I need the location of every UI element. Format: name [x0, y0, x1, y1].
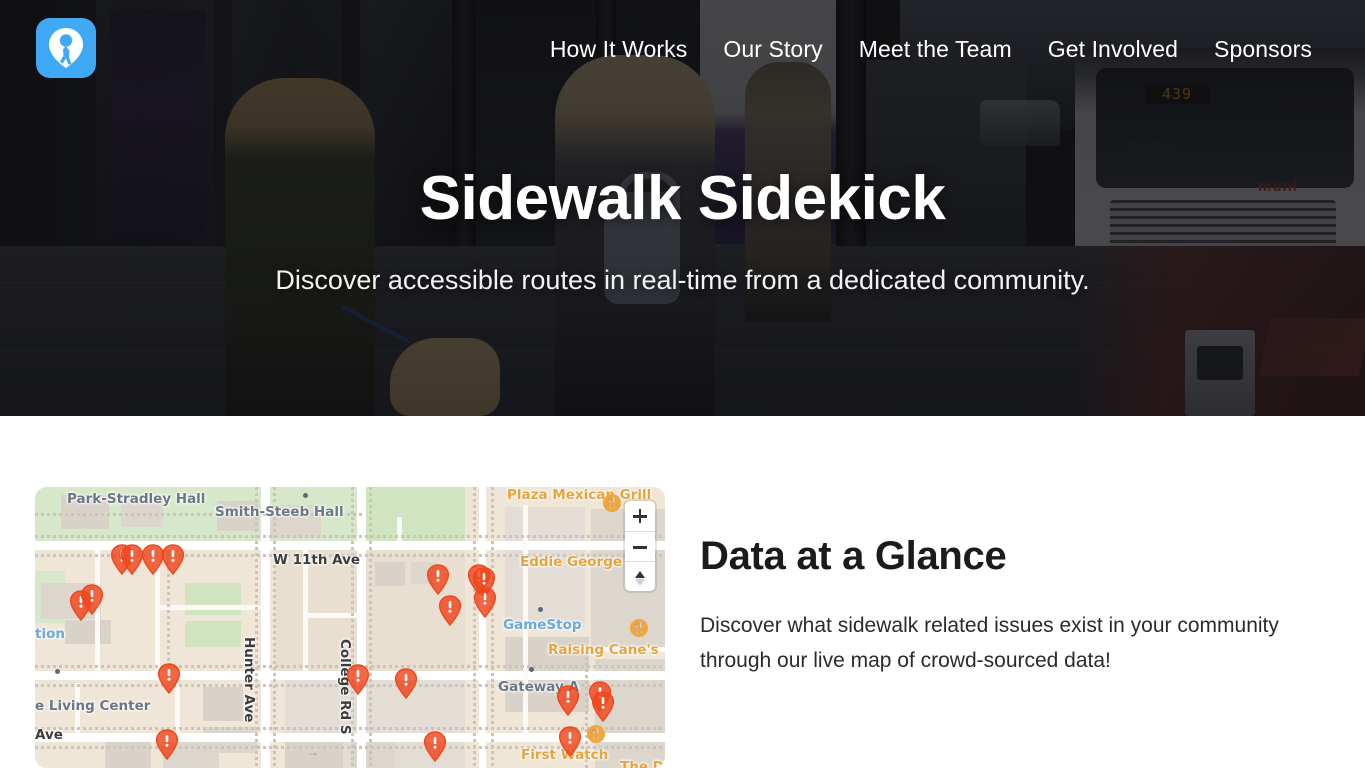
map-poi-dot: [55, 669, 60, 674]
map-issue-marker[interactable]: [556, 685, 580, 716]
map-footpath: [35, 535, 665, 538]
hero-section: 439 6667 muni: [0, 0, 1365, 416]
map-issue-marker[interactable]: [473, 587, 497, 618]
map-controls[interactable]: [625, 501, 655, 591]
map-issue-marker[interactable]: [426, 564, 450, 595]
map-footpath: [369, 487, 372, 768]
map-building: [203, 687, 243, 721]
map-road: [479, 487, 486, 768]
nav-item-sponsors[interactable]: Sponsors: [1196, 30, 1330, 68]
map-poi-dot: [538, 607, 543, 612]
map-road: [155, 605, 265, 610]
site-header: How It Works Our Story Meet the Team Get…: [0, 0, 1365, 96]
map-issue-marker[interactable]: [157, 663, 181, 694]
map-canvas[interactable]: Park-Stradley Hall Smith-Steeb Hall Plaza …: [35, 487, 665, 768]
hero-subtitle: Discover accessible routes in real-time …: [275, 264, 1090, 295]
main-navigation[interactable]: How It Works Our Story Meet the Team Get…: [0, 30, 1365, 68]
map-zoom-out-button[interactable]: [625, 531, 655, 561]
data-at-a-glance-section: Park-Stradley Hall Smith-Steeb Hall Plaza …: [0, 416, 1365, 768]
map-issue-marker[interactable]: [591, 691, 615, 722]
map-footpath: [273, 487, 276, 768]
map-label: e Living Center: [35, 698, 151, 714]
map-road: [357, 487, 366, 768]
map-issue-marker[interactable]: [394, 668, 418, 699]
section-body-text: Discover what sidewalk related issues ex…: [700, 614, 1279, 672]
nav-item-our-story[interactable]: Our Story: [705, 30, 840, 68]
map-issue-marker[interactable]: [438, 595, 462, 626]
map-label: Ave: [35, 727, 63, 743]
map-road: [261, 487, 270, 768]
map-park: [185, 621, 241, 647]
nav-item-meet-the-team[interactable]: Meet the Team: [841, 30, 1030, 68]
map-footpath: [255, 487, 258, 768]
map-footpath: [491, 487, 494, 768]
map-road: [303, 550, 308, 671]
map-compass-button[interactable]: [625, 561, 655, 591]
map-building: [105, 739, 151, 768]
restaurant-icon[interactable]: 🍴: [630, 619, 648, 637]
nav-item-how-it-works[interactable]: How It Works: [532, 30, 706, 68]
live-map[interactable]: Park-Stradley Hall Smith-Steeb Hall Plaza …: [35, 487, 665, 768]
hero-title: Sidewalk Sidekick: [419, 164, 946, 234]
map-label: Smith-Steeb Hall: [215, 504, 344, 520]
map-footpath: [473, 487, 476, 768]
map-park: [185, 583, 241, 615]
map-zoom-in-button[interactable]: [625, 501, 655, 531]
map-label: The Dist: [620, 759, 665, 768]
map-label: GameStop: [503, 617, 582, 633]
map-poi-dot: [303, 493, 308, 498]
compass-down-arrow-icon: [635, 579, 645, 586]
map-label: W 11th Ave: [273, 552, 361, 568]
map-label: Raising Cane's: [548, 642, 659, 658]
map-building: [65, 620, 111, 644]
nav-item-get-involved[interactable]: Get Involved: [1030, 30, 1196, 68]
map-issue-marker[interactable]: [161, 544, 185, 575]
restaurant-icon[interactable]: 🍴: [603, 494, 621, 512]
section-text-block: Data at a Glance Discover what sidewalk …: [700, 487, 1320, 678]
map-label: tion: [35, 626, 65, 642]
one-way-arrow-icon: →: [307, 745, 319, 759]
map-issue-marker[interactable]: [346, 664, 370, 695]
compass-up-arrow-icon: [635, 571, 645, 578]
map-issue-marker[interactable]: [155, 729, 179, 760]
map-poi-dot: [529, 667, 534, 672]
map-building: [375, 562, 405, 586]
map-issue-marker[interactable]: [423, 731, 447, 762]
map-issue-marker[interactable]: [558, 726, 582, 757]
section-heading: Data at a Glance: [700, 534, 1007, 578]
map-label: Park-Stradley Hall: [67, 491, 206, 507]
map-label: Hunter Ave: [241, 637, 257, 723]
restaurant-icon[interactable]: 🍴: [587, 725, 605, 743]
map-issue-marker[interactable]: [80, 584, 104, 615]
